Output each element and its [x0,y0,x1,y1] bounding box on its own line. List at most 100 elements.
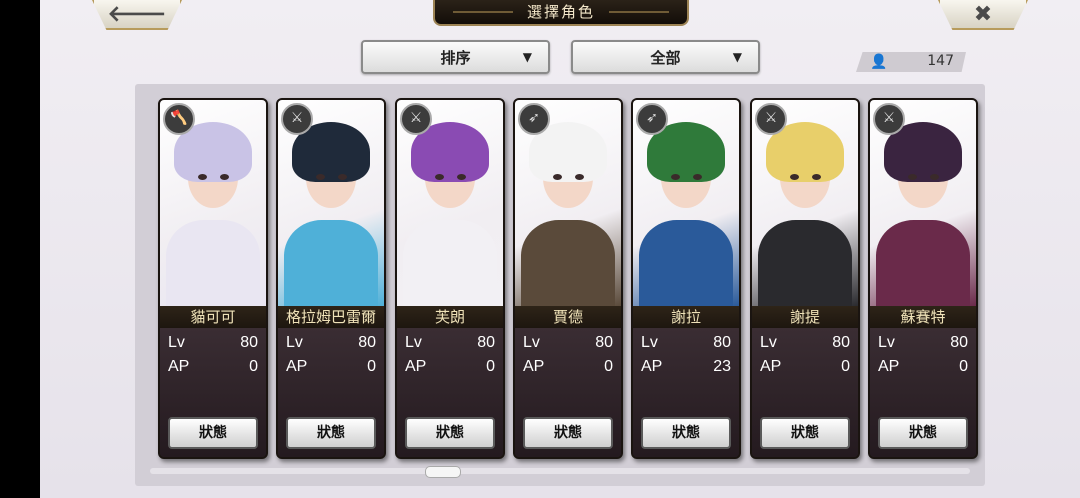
scrollbar-thumb[interactable] [425,466,461,478]
level-row: Lv 80 [168,334,258,356]
character-card[interactable]: 🪓 貓可可 Lv 80 AP 0 狀態 [158,98,268,459]
character-name: 賈德 [515,306,621,328]
character-card[interactable]: ➶ 賈德 Lv 80 AP 0 狀態 [513,98,623,459]
character-eye [575,174,584,180]
character-name: 貓可可 [160,306,266,328]
sort-dropdown-label: 排序 [440,48,471,67]
status-button[interactable]: 狀態 [760,417,850,449]
level-label: Lv [641,334,658,351]
level-row: Lv 80 [523,334,613,356]
category-dropdown[interactable]: 全部 ▼ [571,40,760,74]
ap-row: AP 0 [523,358,613,380]
character-name: 謝提 [752,306,858,328]
character-stats: Lv 80 AP 23 狀態 [633,328,739,457]
character-card[interactable]: ➶ 謝拉 Lv 80 AP 23 狀態 [631,98,741,459]
arrow-left-icon: 🡐 [107,2,167,27]
character-count: 👤 147 [856,52,966,72]
ap-value: 0 [367,358,376,375]
character-eye [693,174,702,180]
character-card[interactable]: ⚔ 芙朗 Lv 80 AP 0 狀態 [395,98,505,459]
character-eye [930,174,939,180]
character-count-value: 147 [927,53,954,69]
sword-icon: ⚔ [400,103,432,135]
character-stats: Lv 80 AP 0 狀態 [278,328,384,457]
character-eye [790,174,799,180]
ap-row: AP 0 [286,358,376,380]
character-eye [220,174,229,180]
sword-icon: ⚔ [873,103,905,135]
back-button[interactable]: 🡐 [92,0,182,30]
ap-label: AP [168,358,190,375]
character-outfit [166,220,260,306]
page-title-text: 選擇角色 [526,3,595,21]
axe-icon: 🪓 [163,103,195,135]
ap-label: AP [286,358,308,375]
ap-row: AP 0 [168,358,258,380]
sort-dropdown[interactable]: 排序 ▼ [361,40,550,74]
ap-label: AP [405,358,427,375]
level-value: 80 [713,334,731,351]
level-value: 80 [240,334,258,351]
level-row: Lv 80 [405,334,495,356]
character-stats: Lv 80 AP 0 狀態 [160,328,266,457]
close-icon: ✖ [973,1,993,27]
status-button[interactable]: 狀態 [878,417,968,449]
status-button[interactable]: 狀態 [168,417,258,449]
character-eye [553,174,562,180]
screen-edge [0,0,40,498]
character-name: 芙朗 [397,306,503,328]
character-stats: Lv 80 AP 0 狀態 [515,328,621,457]
ap-row: AP 0 [405,358,495,380]
scrollbar-track[interactable] [150,468,970,474]
character-name: 蘇賽特 [870,306,976,328]
level-row: Lv 80 [878,334,968,356]
level-row: Lv 80 [760,334,850,356]
close-button[interactable]: ✖ [938,0,1028,30]
ap-value: 0 [486,358,495,375]
character-eye [671,174,680,180]
character-eye [812,174,821,180]
character-outfit [639,220,733,306]
level-value: 80 [358,334,376,351]
ap-label: AP [641,358,663,375]
ap-row: AP 23 [641,358,731,380]
character-eye [908,174,917,180]
ap-label: AP [760,358,782,375]
character-stats: Lv 80 AP 0 狀態 [397,328,503,457]
character-outfit [403,220,497,306]
character-eye [198,174,207,180]
character-card[interactable]: ⚔ 蘇賽特 Lv 80 AP 0 狀態 [868,98,978,459]
character-eye [316,174,325,180]
ap-value: 0 [249,358,258,375]
status-button[interactable]: 狀態 [641,417,731,449]
ap-value: 23 [713,358,731,375]
character-card[interactable]: ⚔ 謝提 Lv 80 AP 0 狀態 [750,98,860,459]
level-value: 80 [595,334,613,351]
status-button[interactable]: 狀態 [286,417,376,449]
level-value: 80 [477,334,495,351]
ap-row: AP 0 [760,358,850,380]
spear-icon: ➶ [518,103,550,135]
character-outfit [521,220,615,306]
level-label: Lv [523,334,540,351]
chevron-down-icon: ▼ [522,50,532,64]
ap-value: 0 [604,358,613,375]
character-stats: Lv 80 AP 0 狀態 [752,328,858,457]
level-label: Lv [168,334,185,351]
page-title: 選擇角色 [433,0,689,26]
spear-icon: ➶ [636,103,668,135]
ap-value: 0 [959,358,968,375]
title-decoration-left [453,11,513,13]
level-value: 80 [832,334,850,351]
level-label: Lv [760,334,777,351]
character-stats: Lv 80 AP 0 狀態 [870,328,976,457]
sword-icon: ⚔ [281,103,313,135]
ap-label: AP [523,358,545,375]
chevron-down-icon: ▼ [732,50,742,64]
level-row: Lv 80 [641,334,731,356]
status-button[interactable]: 狀態 [523,417,613,449]
level-label: Lv [405,334,422,351]
character-card[interactable]: ⚔ 格拉姆巴雷爾 Lv 80 AP 0 狀態 [276,98,386,459]
status-button[interactable]: 狀態 [405,417,495,449]
level-label: Lv [878,334,895,351]
